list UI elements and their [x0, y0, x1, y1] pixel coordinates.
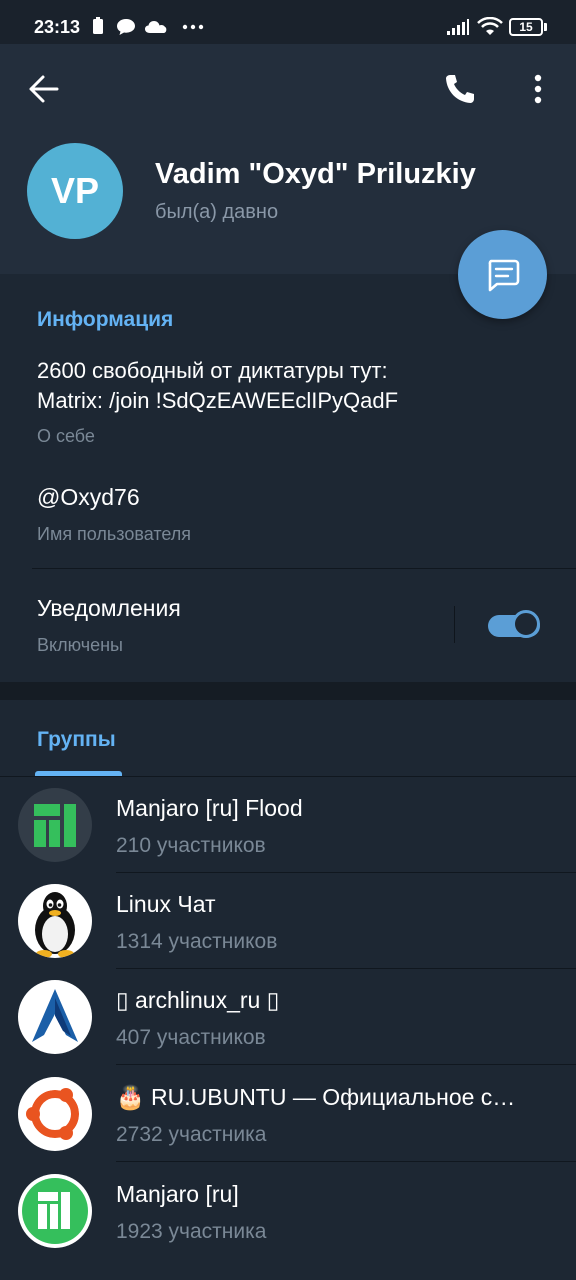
group-row[interactable]: 🎂 RU.UBUNTU — Официальное с… 2732 участн…	[0, 1066, 576, 1162]
tab-groups[interactable]: Группы	[37, 728, 116, 752]
group-title: Manjaro [ru]	[116, 1181, 239, 1207]
battery-tip	[544, 23, 547, 31]
status-time: 23:13	[34, 17, 81, 37]
cloud-icon	[145, 21, 167, 33]
signal-icon	[447, 19, 469, 35]
profile-avatar[interactable]: VP	[27, 143, 123, 239]
group-members: 1314 участников	[116, 930, 278, 953]
group-row[interactable]: Manjaro [ru] 1923 участника	[0, 1163, 576, 1259]
group-title: ▯ archlinux_ru ▯	[116, 987, 280, 1013]
bio-text[interactable]: 2600 свободный от диктатуры тут: Matrix:…	[37, 356, 398, 416]
more-dots-icon	[182, 24, 204, 30]
group-members: 407 участников	[116, 1026, 266, 1049]
ubuntu-logo-icon	[18, 1077, 92, 1151]
send-message-button[interactable]	[458, 230, 547, 319]
group-title: Manjaro [ru] Flood	[116, 795, 303, 821]
battery-percent: 15	[519, 20, 533, 34]
group-row[interactable]: Linux Чат 1314 участников	[0, 873, 576, 969]
username-value[interactable]: @Oxyd76	[37, 484, 140, 511]
toggle-separator	[454, 606, 455, 643]
row-divider	[116, 1161, 576, 1162]
group-row[interactable]: ▯ archlinux_ru ▯ 407 участников	[0, 969, 576, 1065]
toggle-knob	[512, 610, 540, 638]
arch-logo-icon	[18, 980, 92, 1054]
info-section-title: Информация	[37, 308, 174, 331]
back-arrow-icon[interactable]	[28, 74, 60, 104]
bio-caption: О себе	[37, 426, 95, 446]
info-divider	[32, 568, 576, 569]
group-members: 2732 участника	[116, 1123, 267, 1146]
avatar-initials: VP	[50, 170, 100, 211]
wifi-icon	[477, 17, 503, 35]
last-seen-status: был(а) давно	[155, 201, 279, 223]
manjaro-ru-logo-icon	[18, 1174, 92, 1248]
status-bar: 23:13 15	[0, 0, 576, 44]
group-title: Linux Чат	[116, 891, 216, 917]
group-members: 1923 участника	[116, 1220, 267, 1243]
notifications-label: Уведомления	[37, 595, 181, 621]
tux-penguin-icon	[18, 884, 92, 958]
profile-name: Vadim "Oxyd" Priluzkiy	[155, 158, 476, 190]
bio-line-2: Matrix: /join !SdQzEAWEEclIPyQadF	[37, 388, 399, 413]
battery-icon	[93, 17, 103, 34]
username-caption: Имя пользователя	[37, 524, 192, 544]
message-icon	[488, 259, 519, 291]
group-title: 🎂 RU.UBUNTU — Официальное с…	[116, 1084, 516, 1110]
notifications-status: Включены	[37, 635, 123, 655]
group-row[interactable]: Manjaro [ru] Flood 210 участников	[0, 777, 576, 873]
kebab-menu-icon[interactable]	[533, 74, 543, 104]
section-gap	[0, 682, 576, 700]
phone-icon[interactable]	[444, 73, 476, 105]
row-divider	[116, 1064, 576, 1065]
group-members: 210 участников	[116, 834, 266, 857]
chat-bubble-icon	[117, 19, 135, 35]
bio-line-1: 2600 свободный от диктатуры тут:	[37, 358, 388, 383]
battery-level-indicator: 15	[509, 18, 543, 36]
manjaro-logo-icon	[18, 788, 92, 862]
